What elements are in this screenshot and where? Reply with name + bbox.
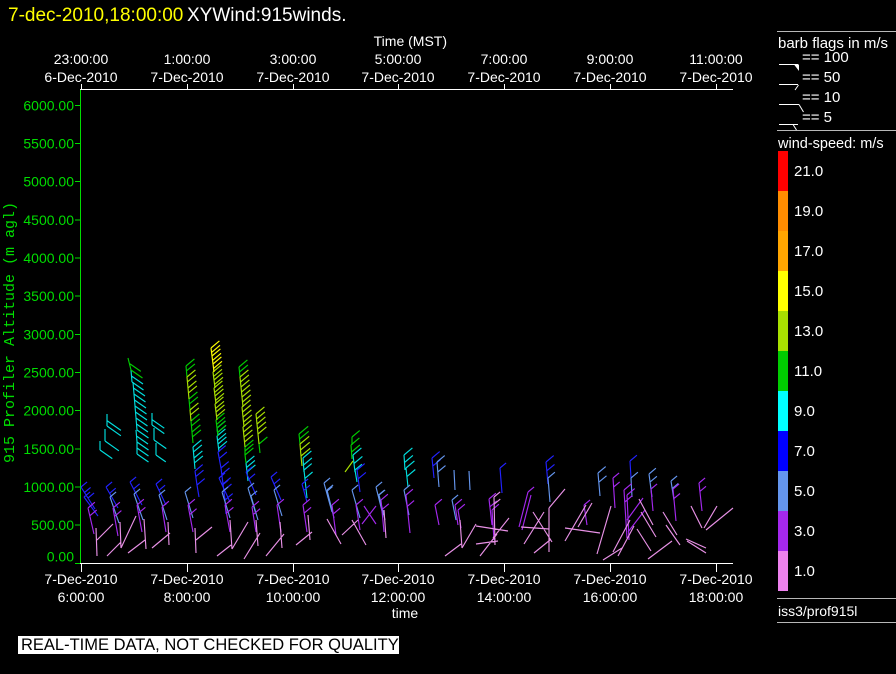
svg-text:10:00:00: 10:00:00	[266, 589, 321, 605]
svg-text:5:00:00: 5:00:00	[375, 51, 422, 67]
svg-text:18:00:00: 18:00:00	[689, 589, 744, 605]
svg-text:6000.00: 6000.00	[23, 97, 74, 113]
svg-text:2000.00: 2000.00	[23, 403, 74, 419]
svg-text:2500.00: 2500.00	[23, 365, 74, 381]
svg-text:14:00:00: 14:00:00	[477, 589, 532, 605]
svg-text:Time (MST): Time (MST)	[374, 33, 447, 49]
svg-text:iss3/prof915l: iss3/prof915l	[778, 603, 857, 619]
svg-text:6-Dec-2010: 6-Dec-2010	[44, 69, 117, 85]
svg-text:7-Dec-2010: 7-Dec-2010	[150, 571, 223, 587]
svg-text:1500.00: 1500.00	[23, 441, 74, 457]
svg-text:1000.00: 1000.00	[23, 479, 74, 495]
svg-text:7.0: 7.0	[794, 443, 815, 460]
svg-text:wind-speed: m/s: wind-speed: m/s	[777, 136, 884, 152]
svg-text:== 50: == 50	[802, 69, 840, 86]
svg-text:7-Dec-2010: 7-Dec-2010	[150, 69, 223, 85]
svg-text:3500.00: 3500.00	[23, 288, 74, 304]
svg-text:17.0: 17.0	[794, 243, 823, 260]
svg-text:915 Profiler Altitude (m agl): 915 Profiler Altitude (m agl)	[2, 202, 19, 463]
svg-text:19.0: 19.0	[794, 203, 823, 220]
svg-text:== 10: == 10	[802, 89, 840, 106]
svg-text:3:00:00: 3:00:00	[270, 51, 317, 67]
svg-text:time: time	[392, 605, 419, 621]
svg-text:XYWind:915winds.: XYWind:915winds.	[187, 5, 346, 26]
svg-text:7:00:00: 7:00:00	[481, 51, 528, 67]
svg-text:7-Dec-2010: 7-Dec-2010	[679, 69, 752, 85]
svg-text:5500.00: 5500.00	[23, 136, 74, 152]
svg-text:1:00:00: 1:00:00	[164, 51, 211, 67]
svg-text:7-Dec-2010: 7-Dec-2010	[573, 571, 646, 587]
svg-text:7-dec-2010,18:00:00: 7-dec-2010,18:00:00	[8, 5, 183, 26]
svg-text:1.0: 1.0	[794, 563, 815, 580]
svg-text:3.0: 3.0	[794, 523, 815, 540]
svg-text:7-Dec-2010: 7-Dec-2010	[361, 69, 434, 85]
svg-text:500.00: 500.00	[31, 517, 74, 533]
svg-text:9.0: 9.0	[794, 403, 815, 420]
svg-text:16:00:00: 16:00:00	[583, 589, 638, 605]
svg-text:13.0: 13.0	[794, 323, 823, 340]
svg-text:6:00:00: 6:00:00	[58, 589, 105, 605]
svg-text:11:00:00: 11:00:00	[689, 51, 743, 67]
svg-text:== 100: == 100	[802, 49, 849, 66]
svg-text:5.0: 5.0	[794, 483, 815, 500]
svg-text:7-Dec-2010: 7-Dec-2010	[467, 571, 540, 587]
svg-text:3000.00: 3000.00	[23, 326, 74, 342]
svg-text:7-Dec-2010: 7-Dec-2010	[467, 69, 540, 85]
svg-text:7-Dec-2010: 7-Dec-2010	[573, 69, 646, 85]
svg-text:7-Dec-2010: 7-Dec-2010	[361, 571, 434, 587]
svg-text:15.0: 15.0	[794, 283, 823, 300]
svg-text:7-Dec-2010: 7-Dec-2010	[679, 571, 752, 587]
svg-text:5000.00: 5000.00	[23, 174, 74, 190]
svg-text:9:00:00: 9:00:00	[587, 51, 634, 67]
svg-text:21.0: 21.0	[794, 163, 823, 180]
svg-text:REAL-TIME DATA, NOT CHECKED FO: REAL-TIME DATA, NOT CHECKED FOR QUALITY	[21, 636, 399, 654]
svg-text:23:00:00: 23:00:00	[54, 51, 109, 67]
svg-text:7-Dec-2010: 7-Dec-2010	[44, 571, 117, 587]
svg-text:7-Dec-2010: 7-Dec-2010	[256, 571, 329, 587]
svg-text:0.00: 0.00	[47, 548, 74, 564]
svg-text:11.0: 11.0	[794, 363, 822, 380]
svg-text:4000.00: 4000.00	[23, 250, 74, 266]
svg-text:== 5: == 5	[802, 109, 832, 126]
svg-text:12:00:00: 12:00:00	[371, 589, 426, 605]
svg-text:7-Dec-2010: 7-Dec-2010	[256, 69, 329, 85]
svg-text:4500.00: 4500.00	[23, 212, 74, 228]
svg-text:8:00:00: 8:00:00	[164, 589, 211, 605]
